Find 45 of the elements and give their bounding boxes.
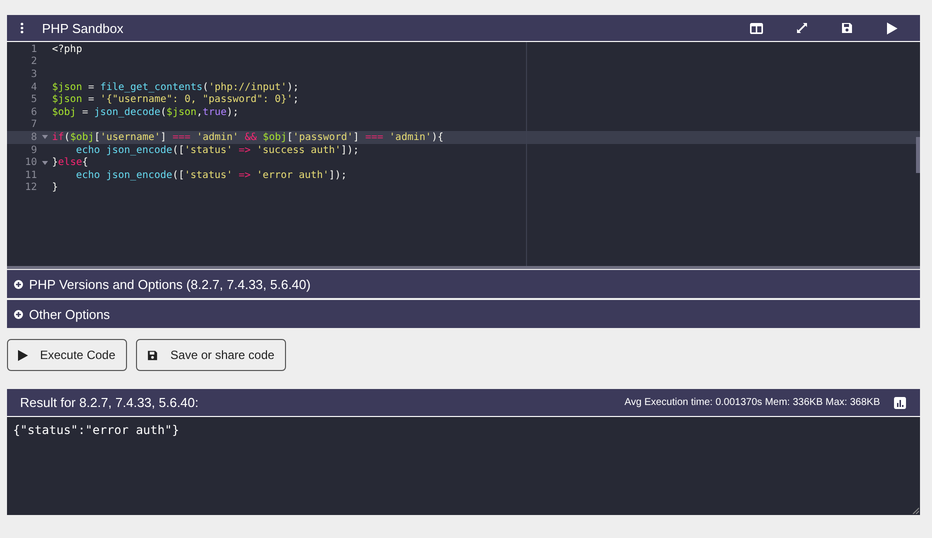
line-number: 2 [30, 56, 37, 68]
line-number: 1 [30, 44, 37, 55]
run-icon[interactable] [886, 22, 898, 34]
code-line: if($obj['username'] === 'admin' && $obj['password'] === 'admin'){ [52, 132, 444, 143]
plus-circle-icon [14, 280, 23, 288]
result-title: Result for 8.2.7, 7.4.33, 5.6.40: [20, 395, 199, 410]
line-number: 12 [24, 182, 37, 194]
code-line: <?php [52, 44, 82, 55]
sandbox-title: PHP Sandbox [42, 20, 124, 36]
save-icon [147, 350, 158, 360]
code-line: }else{ [52, 157, 88, 168]
code-line: $json = '{"username": 0, "password": 0}'; [52, 94, 299, 106]
line-number: 8 [30, 132, 37, 143]
code-line: $obj = json_decode($json,true); [52, 106, 239, 118]
plus-circle-icon [14, 310, 23, 318]
fold-icon[interactable] [42, 135, 48, 140]
code-line: echo json_encode(['status' => 'success auth']); [76, 144, 359, 156]
expand-icon[interactable] [796, 22, 808, 34]
line-number: 11 [24, 170, 37, 181]
accordion-title: Other Options [29, 306, 110, 322]
execution-stats: Avg Execution time: 0.001370s Mem: 336KB Max: 368KB [624, 397, 880, 408]
line-number: 9 [30, 144, 37, 156]
output-text: {"status":"error auth"} [13, 423, 180, 437]
execute-button[interactable]: Execute Code [7, 339, 128, 371]
code-line: } [52, 182, 58, 194]
columns-icon[interactable] [750, 22, 763, 34]
save-icon[interactable] [841, 22, 853, 34]
code-line: echo json_encode(['status' => 'error auth']); [76, 170, 347, 181]
fold-icon[interactable] [42, 160, 48, 165]
code-line: $json = file_get_contents('php://input'); [52, 82, 299, 93]
accordion-header[interactable]: Other Options [7, 300, 920, 328]
accordion-header[interactable]: PHP Versions and Options (8.2.7, 7.4.33, 5.6.40) [7, 270, 920, 298]
accordion-title: PHP Versions and Options (8.2.7, 7.4.33, 5.6.40) [29, 276, 311, 292]
menu-icon[interactable] [20, 22, 24, 34]
line-number: 5 [30, 94, 37, 106]
chart-icon[interactable] [894, 396, 906, 408]
save-button[interactable]: Save or share code [136, 339, 286, 371]
line-number: 4 [30, 82, 37, 93]
line-number: 3 [30, 68, 37, 80]
scrollbar[interactable] [916, 137, 920, 173]
line-number: 6 [30, 106, 37, 118]
resize-grip-icon[interactable] [912, 507, 919, 514]
line-number: 7 [30, 119, 37, 130]
line-number: 10 [24, 157, 37, 168]
play-icon [18, 350, 28, 360]
